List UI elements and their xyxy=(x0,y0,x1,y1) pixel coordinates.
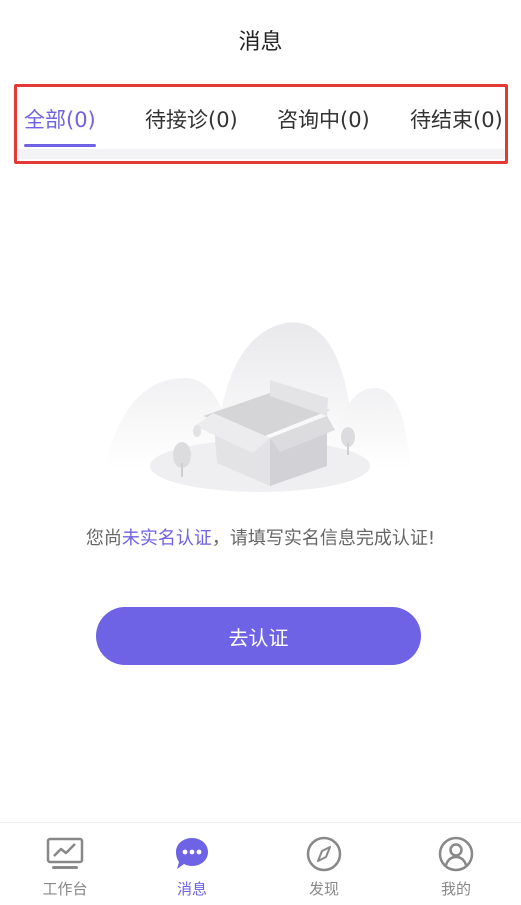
tabs-divider xyxy=(18,149,505,159)
tab-all[interactable]: 全部(0) xyxy=(24,104,96,147)
page-title: 消息 xyxy=(238,30,283,55)
chat-bubble-icon xyxy=(176,838,208,869)
compass-icon xyxy=(306,836,342,872)
monitor-chart-icon xyxy=(46,837,84,869)
verification-message: 您尚未实名认证，请填写实名信息完成认证! xyxy=(0,524,521,550)
tab-to-end-label: 待结束(0) xyxy=(410,108,503,132)
tab-to-end[interactable]: 待结束(0) xyxy=(410,104,503,134)
nav-item-discover[interactable]: 发现 xyxy=(259,823,389,905)
message-tabs: 全部(0) 待接诊(0) 咨询中(0) 待结束(0) xyxy=(0,86,521,150)
nav-item-workbench[interactable]: 工作台 xyxy=(0,823,130,905)
nav-label-workbench: 工作台 xyxy=(42,880,88,898)
page-header: 消息 xyxy=(0,0,521,80)
go-verify-button[interactable]: 去认证 xyxy=(96,607,421,665)
message-suffix: ，请填写实名信息完成认证! xyxy=(211,528,436,549)
user-icon xyxy=(438,836,474,872)
tab-consulting[interactable]: 咨询中(0) xyxy=(277,104,370,134)
bottom-nav: 工作台 消息 发现 我的 xyxy=(0,822,521,905)
message-highlight: 未实名认证 xyxy=(121,528,212,549)
tab-pending-label: 待接诊(0) xyxy=(145,108,238,132)
nav-label-messages: 消息 xyxy=(176,880,207,898)
nav-label-discover: 发现 xyxy=(308,880,339,898)
message-prefix: 您尚 xyxy=(85,528,122,549)
tab-all-label: 全部(0) xyxy=(24,108,96,132)
empty-box-illustration xyxy=(105,322,410,492)
tab-pending[interactable]: 待接诊(0) xyxy=(145,104,238,134)
nav-item-mine[interactable]: 我的 xyxy=(391,823,521,905)
nav-item-messages[interactable]: 消息 xyxy=(127,823,257,905)
active-tab-indicator xyxy=(24,144,96,147)
nav-label-mine: 我的 xyxy=(440,880,471,898)
tab-consulting-label: 咨询中(0) xyxy=(277,108,370,132)
